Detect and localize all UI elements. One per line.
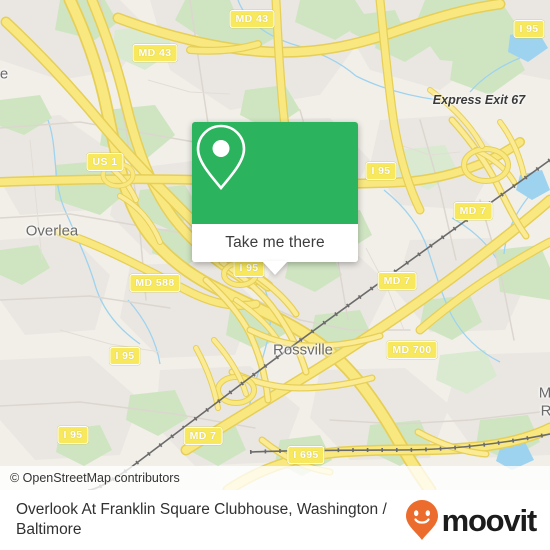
place-label: M [538,384,550,402]
moovit-wordmark: moovit [441,502,538,538]
exit-label: Express Exit 67 [432,93,526,107]
road-shield: MD 700 [386,341,438,359]
take-me-there-label: Take me there [225,234,325,251]
road-shield: MD 588 [129,274,181,292]
road-shield: MD 7 [183,427,223,445]
road-shield: I 95 [57,426,89,444]
popup-pointer-tail [262,261,288,275]
moovit-smiley-pin-icon [405,500,438,540]
road-shield: I 695 [287,446,325,464]
road-shield: MD 43 [132,44,178,62]
take-me-there-button[interactable]: Take me there [192,224,358,275]
moovit-logo[interactable]: moovit [405,499,538,541]
road-shield: MD 7 [377,272,417,290]
road-shield: MD 43 [229,10,275,28]
place-label: R [540,402,550,420]
road-shield: I 95 [109,347,141,365]
place-label: e [0,65,9,83]
place-label: Rossville [272,341,334,359]
place-title: Overlook At Franklin Square Clubhouse, W… [16,501,387,538]
map-attribution-bar: © OpenStreetMap contributors [0,466,550,490]
road-shield: I 95 [513,20,545,38]
road-shield: US 1 [86,153,124,171]
road-shield: I 95 [365,162,397,180]
popup-header [192,122,358,224]
map-canvas[interactable]: .land{fill:#f2efe9} .res{fill:#eae7e2} .… [0,0,550,490]
page-footer: Overlook At Franklin Square Clubhouse, W… [0,490,550,550]
map-pin-icon [196,124,246,191]
attribution-text[interactable]: © OpenStreetMap contributors [0,471,180,485]
moovit-map-page: .land{fill:#f2efe9} .res{fill:#eae7e2} .… [0,0,550,550]
place-label: Overlea [25,222,79,240]
road-shield: MD 7 [453,202,493,220]
location-popup-card[interactable]: Take me there [192,122,358,275]
